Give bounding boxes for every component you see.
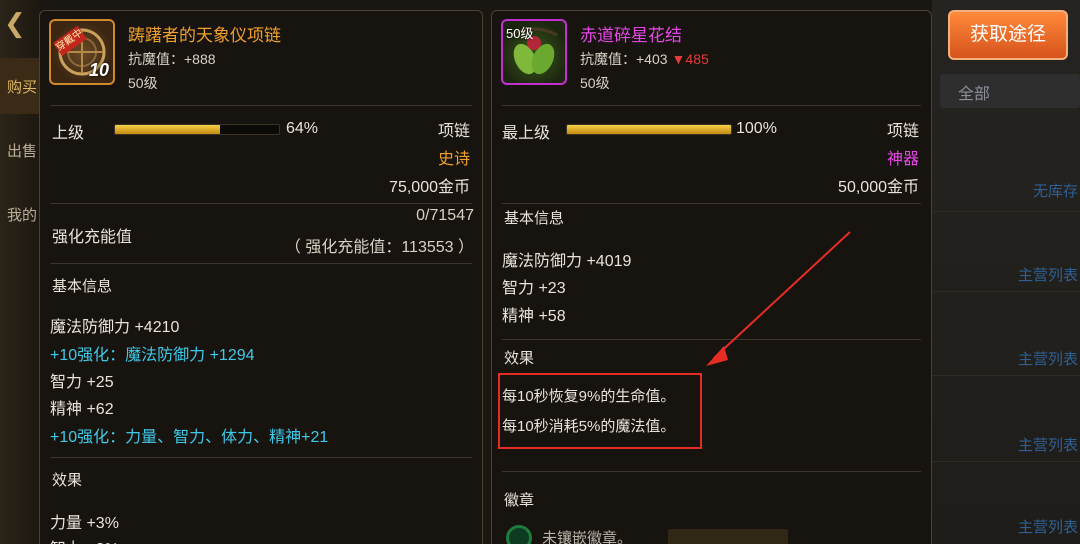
item-slot: 项链 — [886, 123, 919, 140]
emblem-text: 未镶嵌徽章。 — [542, 530, 633, 544]
item-slot: 项链 — [437, 123, 470, 140]
item-level: 50级 — [580, 75, 610, 91]
list-item[interactable]: 主营列表 — [932, 240, 1080, 292]
item-price: 75,000金币 — [389, 179, 470, 196]
charge-value: 0/71547 — [416, 207, 474, 224]
divider — [50, 457, 472, 458]
progress-text: 64% — [286, 120, 319, 137]
emblem-slot — [668, 529, 788, 544]
list-item[interactable]: 主营列表 — [932, 494, 1080, 544]
stat-line: 精神 +58 — [502, 308, 566, 325]
tab-buy[interactable]: 购买 — [0, 58, 40, 114]
back-arrow-icon[interactable]: ❮ — [4, 8, 26, 39]
left-sidebar: ❮ 购买 出售 我的 — [0, 0, 40, 544]
effect-title: 效果 — [504, 350, 535, 367]
filter-dropdown[interactable]: 全部 — [940, 74, 1080, 108]
progress-text: 100% — [736, 120, 777, 137]
item-name: 赤道碎星花结 — [580, 26, 682, 45]
effect-line: 力量 +3% — [50, 515, 119, 532]
divider — [502, 471, 921, 472]
resist-diff: ▼485 — [671, 51, 709, 67]
charge-total: （ 强化充能值：113553 ） — [284, 239, 474, 256]
effect-line: 每10秒恢复9%的生命值。 — [502, 388, 676, 405]
divider — [50, 105, 472, 106]
stat-line: 魔法防御力 +4210 — [50, 319, 180, 336]
emblem-title: 徽章 — [504, 492, 535, 509]
get-source-button[interactable]: 获取途径 — [948, 10, 1068, 60]
list-item[interactable]: 主营列表 — [932, 410, 1080, 462]
stat-line: 智力 +23 — [502, 280, 566, 297]
upgrade-label: 上级 — [52, 125, 85, 142]
upgrade-progress-bar — [566, 124, 732, 135]
upgrade-label: 最上级 — [502, 125, 551, 142]
list-item[interactable]: 主营列表 — [932, 324, 1080, 376]
stat-line: 智力 +25 — [50, 374, 114, 391]
basic-info-title: 基本信息 — [504, 210, 565, 227]
item-name: 踌躇者的天象仪项链 — [128, 26, 281, 45]
item-price: 50,000金币 — [838, 179, 919, 196]
upgrade-progress-bar — [114, 124, 280, 135]
level-badge: 50级 — [506, 26, 534, 41]
divider — [502, 105, 921, 106]
stat-line: 精神 +62 — [50, 401, 114, 418]
list-item[interactable]: 无库存 — [932, 160, 1080, 212]
stat-line: +10强化：力量、智力、体力、精神+21 — [50, 429, 329, 446]
effect-title: 效果 — [52, 472, 83, 489]
stat-line: 魔法防御力 +4019 — [502, 253, 632, 270]
necklace-icon: 50级 — [501, 19, 567, 85]
tab-sell[interactable]: 出售 — [0, 122, 40, 178]
effect-line: 每10秒消耗5%的魔法值。 — [502, 418, 676, 435]
item-grade: 史诗 — [437, 151, 470, 168]
equipped-item-tooltip: 穿戴中 10 踌躇者的天象仪项链 抗魔值：+888 50级 上级 64% 项链 … — [39, 10, 483, 544]
effect-line: 智力 +3% — [50, 535, 119, 544]
resist-value: 抗魔值：+888 — [128, 51, 216, 67]
divider — [50, 263, 472, 264]
annotation-arrow-icon — [706, 231, 851, 366]
emblem-socket-icon[interactable] — [506, 525, 532, 544]
right-market-list: 全部 无库存 主营列表 主营列表 主营列表 主营列表 — [932, 0, 1080, 544]
progress-fill — [567, 125, 731, 134]
item-grade: 神器 — [886, 151, 919, 168]
progress-fill — [115, 125, 220, 134]
stat-line: +10强化：魔法防御力 +1294 — [50, 347, 255, 364]
item-level: 50级 — [128, 75, 158, 91]
divider — [50, 203, 472, 204]
resist-value: 抗魔值：+403 ▼485 — [580, 51, 709, 67]
enhance-level-badge: 10 — [88, 60, 109, 80]
divider — [502, 203, 921, 204]
basic-info-title: 基本信息 — [52, 278, 113, 295]
tab-mine[interactable]: 我的 — [0, 186, 40, 242]
charge-title: 强化充能值 — [52, 229, 133, 246]
necklace-icon: 穿戴中 10 — [49, 19, 115, 85]
